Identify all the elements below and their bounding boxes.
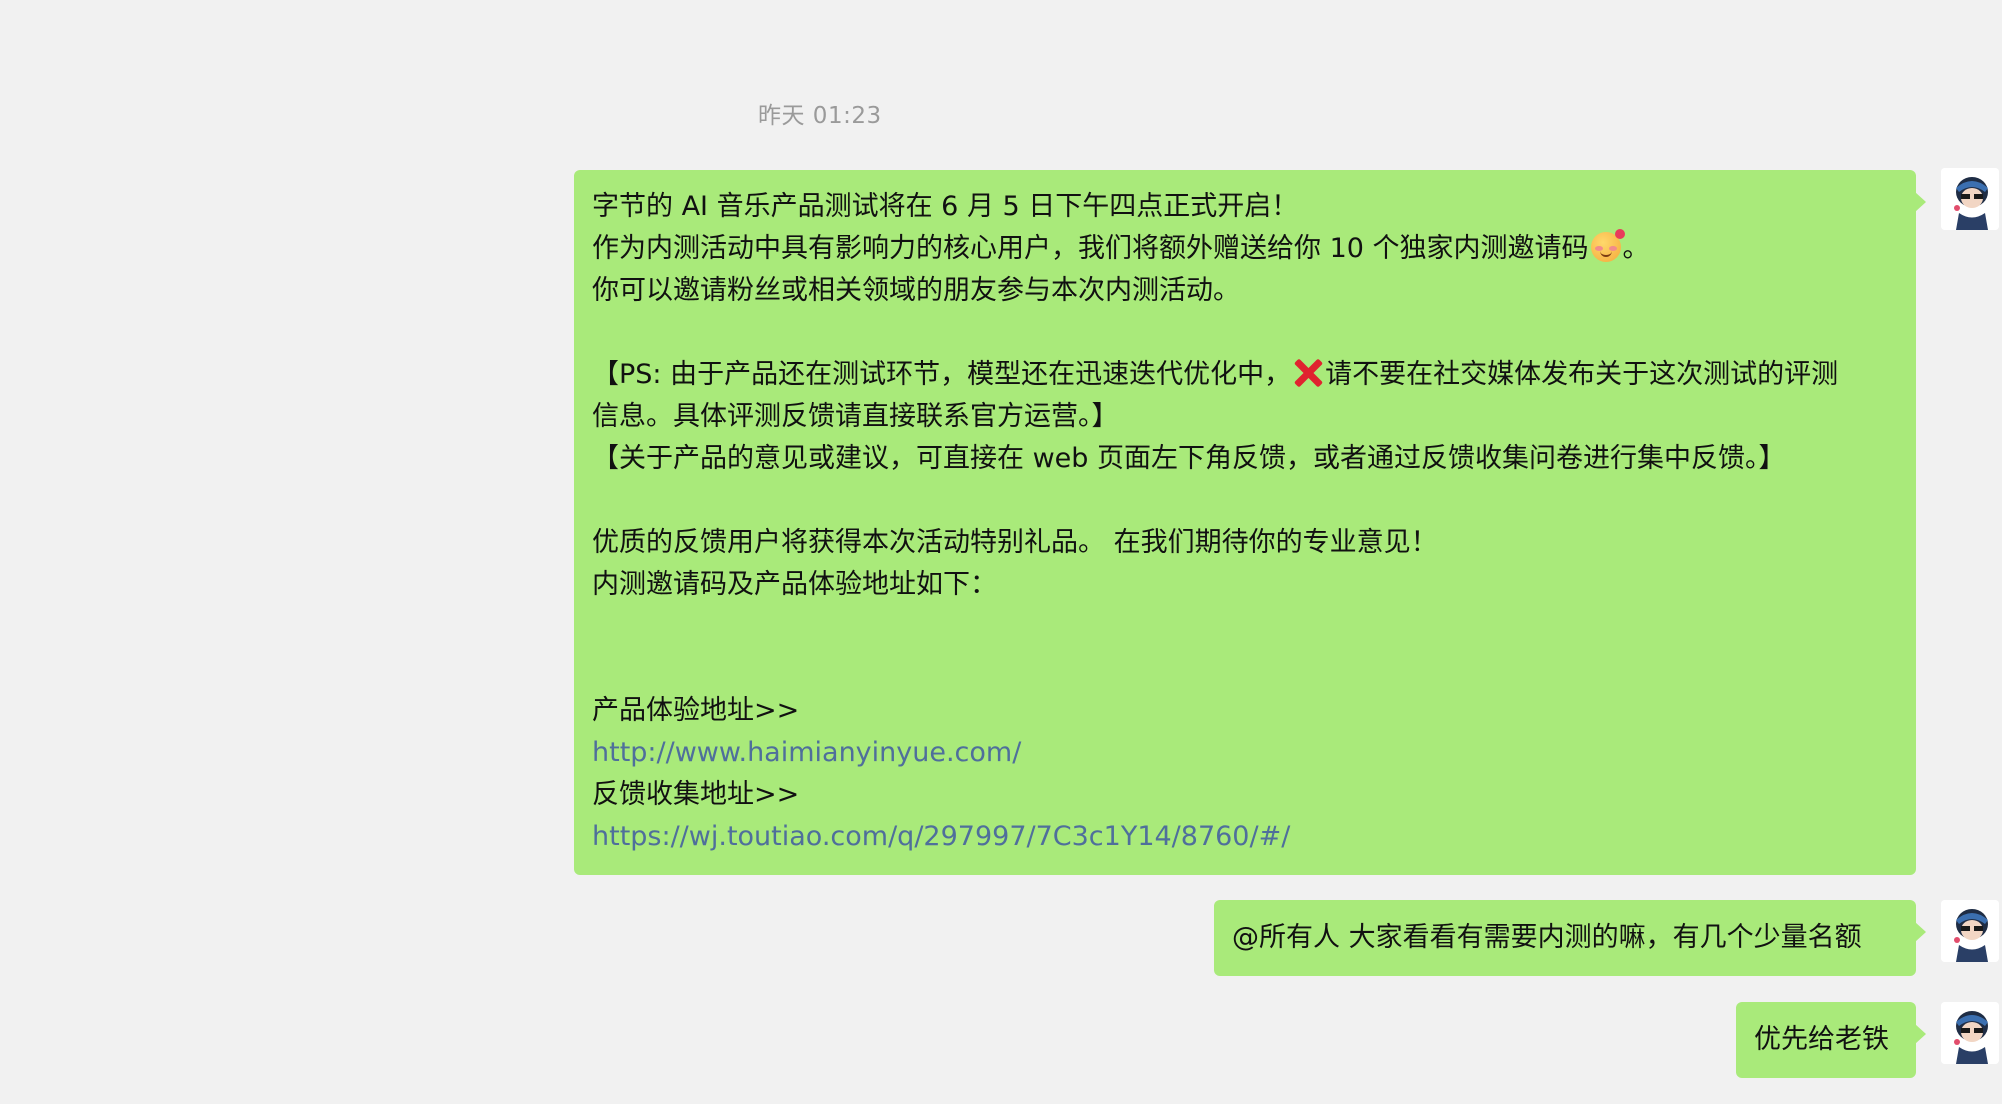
message-bubble[interactable]: @所有人 大家看看有需要内测的嘛，有几个少量名额 bbox=[1214, 900, 1926, 976]
message-text: 优先给老铁 bbox=[1754, 1024, 1889, 1055]
avatar-icon[interactable] bbox=[1941, 168, 1999, 230]
message-line: 信息。具体评测反馈请直接联系官方运营。】 bbox=[592, 401, 1119, 432]
message-line: 优质的反馈用户将获得本次活动特别礼品。 在我们期待你的专业意见！ bbox=[592, 527, 1438, 558]
smiling-face-with-hearts-icon bbox=[1590, 229, 1625, 262]
message-line: 反馈收集地址>> bbox=[592, 779, 800, 810]
message-line: 字节的 AI 音乐产品测试将在 6 月 5 日下午四点正式开启！ bbox=[592, 191, 1299, 222]
message-text: @所有人 大家看看有需要内测的嘛，有几个少量名额 bbox=[1232, 922, 1862, 953]
avatar-icon[interactable] bbox=[1941, 1002, 1999, 1064]
message-line: 【关于产品的意见或建议，可直接在 web 页面左下角反馈，或者通过反馈收集问卷进… bbox=[592, 443, 1786, 474]
message-line: 【PS: 由于产品还在测试环节，模型还在迅速迭代优化中， 请不要在社交媒体发布关于… bbox=[592, 358, 1839, 390]
avatar-icon[interactable] bbox=[1941, 900, 1999, 962]
message-bubble[interactable]: 字节的 AI 音乐产品测试将在 6 月 5 日下午四点正式开启！ 作为内测活动中… bbox=[574, 170, 1926, 875]
message-line: 产品体验地址>> bbox=[592, 695, 800, 726]
message-bubble[interactable]: 优先给老铁 bbox=[1736, 1002, 1926, 1078]
message-line: 内测邀请码及产品体验地址如下： bbox=[592, 569, 997, 600]
message-line: 作为内测活动中具有影响力的核心用户，我们将额外赠送给你 10 个独家内测邀请码。 bbox=[592, 228, 1898, 270]
feedback-link[interactable]: https://wj.toutiao.com/q/297997/7C3c1Y14… bbox=[592, 821, 1290, 852]
message-timestamp: 昨天 01:23 bbox=[758, 103, 882, 129]
message-line: https://wj.toutiao.com/q/297997/7C3c1Y14… bbox=[592, 816, 1898, 858]
message-line: http://www.haimianyinyue.com/ bbox=[592, 732, 1898, 774]
product-link[interactable]: http://www.haimianyinyue.com/ bbox=[592, 737, 1021, 768]
cross-mark-icon bbox=[1293, 358, 1323, 388]
message-line: 你可以邀请粉丝或相关领域的朋友参与本次内测活动。 bbox=[592, 275, 1240, 306]
